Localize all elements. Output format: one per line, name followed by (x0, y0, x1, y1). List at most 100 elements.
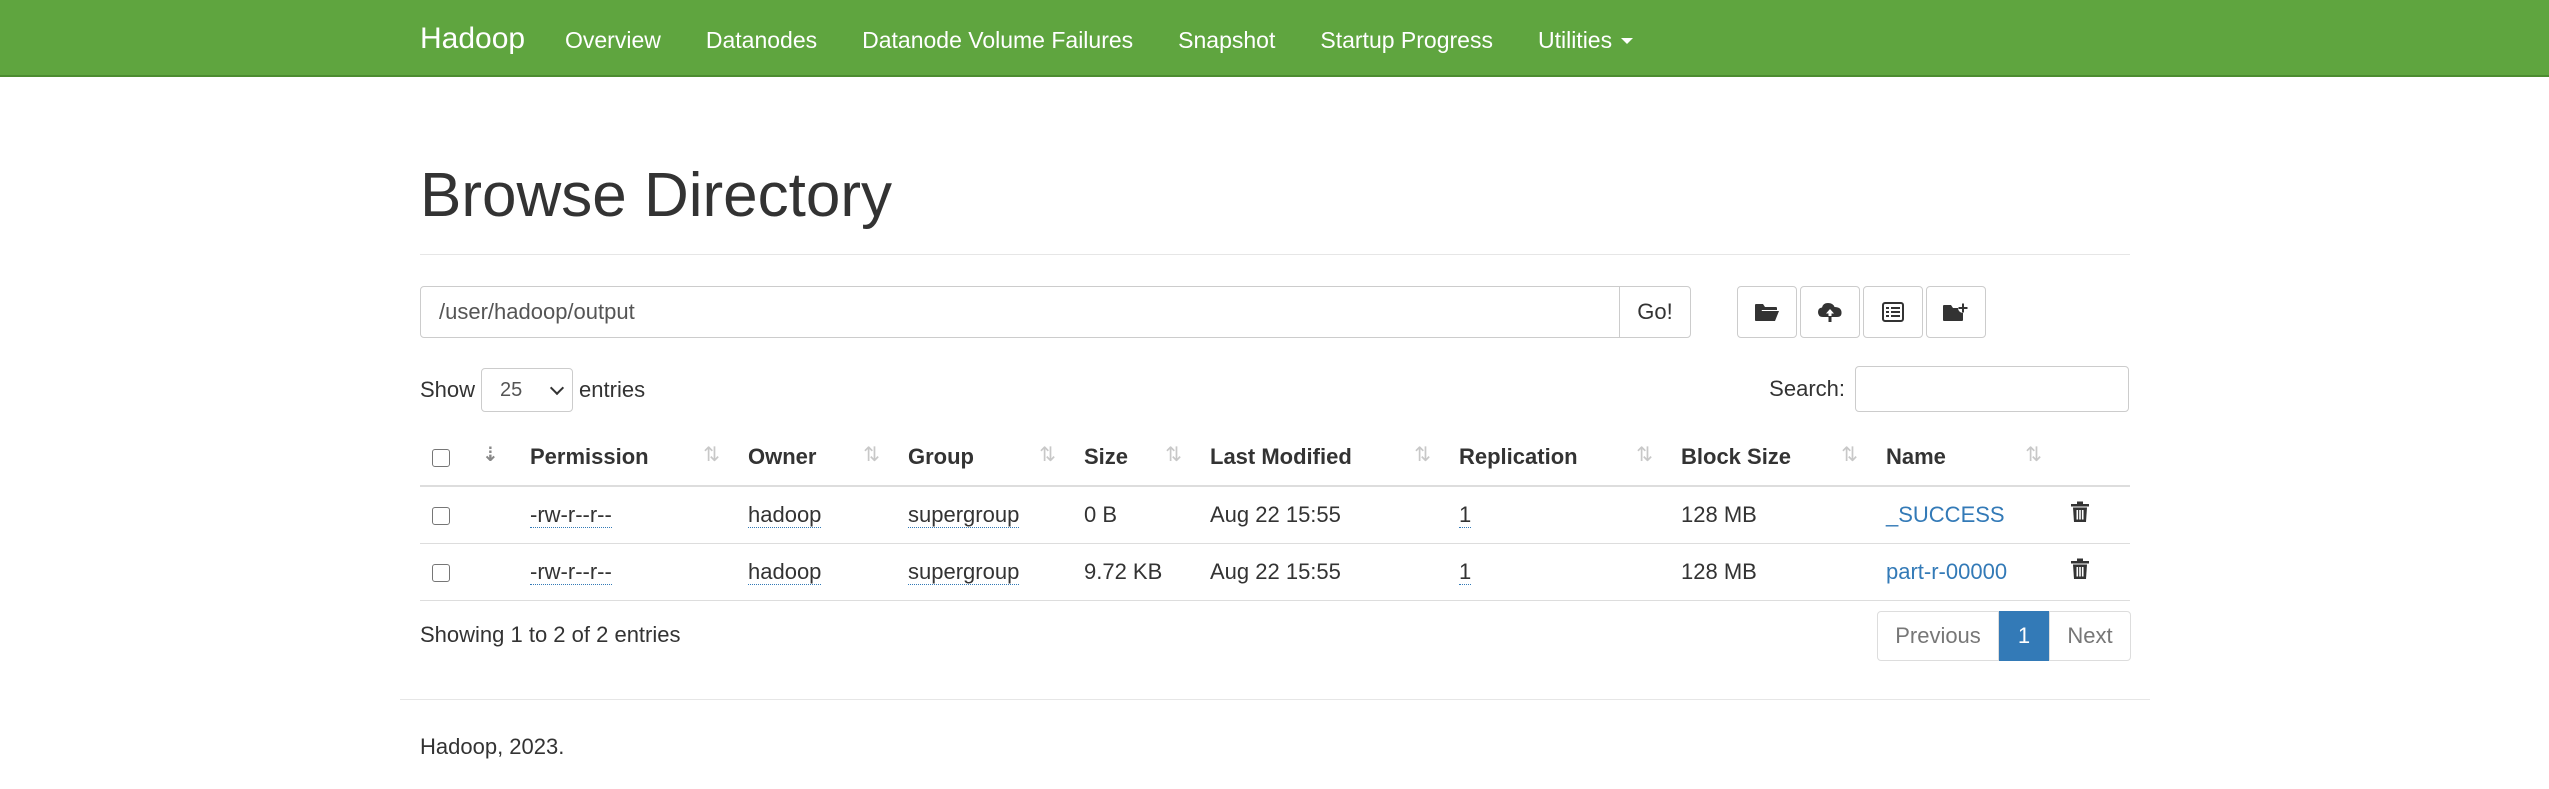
column-label: Replication (1459, 443, 1578, 469)
go-button[interactable]: Go! (1619, 286, 1691, 338)
column-label: Group (908, 443, 974, 469)
delete-cell (2058, 543, 2130, 601)
replication-value[interactable]: 1 (1459, 558, 1472, 585)
group-value[interactable]: supergroup (908, 558, 1020, 585)
delete-cell (2058, 486, 2130, 544)
upload-files-button[interactable] (1800, 286, 1860, 338)
file-name-link[interactable]: _SUCCESS (1886, 502, 2005, 527)
column-replication[interactable]: Replication ⇅ (1447, 428, 1669, 487)
entries-label: entries (579, 377, 646, 402)
search-label: Search: (1769, 376, 1845, 401)
show-label: Show (420, 377, 476, 402)
select-all-checkbox[interactable] (432, 448, 450, 467)
modified-cell: Aug 22 15:55 (1198, 543, 1447, 601)
entries-selected-value: 25 (500, 378, 523, 401)
column-name[interactable]: Name ⇅ (1874, 428, 2058, 487)
brand-link[interactable]: Hadoop (420, 22, 525, 56)
permission-value[interactable]: -rw-r--r-- (530, 501, 612, 528)
pagination: Previous 1 Next (1877, 611, 2131, 661)
cloud-upload-icon (1818, 303, 1842, 322)
group-cell: supergroup (896, 543, 1072, 601)
title-divider (420, 254, 2130, 255)
row-select-cell (420, 486, 470, 544)
column-size[interactable]: Size ⇅ (1072, 428, 1198, 487)
nav-startup-progress[interactable]: Startup Progress (1320, 26, 1493, 54)
trash-icon[interactable] (2070, 501, 2090, 523)
chevron-down-icon (549, 380, 565, 396)
column-label: Last Modified (1210, 443, 1352, 469)
next-page-button[interactable]: Next (2049, 611, 2131, 661)
file-name-link[interactable]: part-r-00000 (1886, 559, 2007, 584)
group-cell: supergroup (896, 486, 1072, 544)
permission-cell: -rw-r--r-- (518, 543, 736, 601)
name-cell: _SUCCESS (1874, 486, 2058, 544)
row-select-cell (420, 543, 470, 601)
owner-cell: hadoop (736, 543, 896, 601)
replication-cell: 1 (1447, 486, 1669, 544)
owner-cell: hadoop (736, 486, 896, 544)
folder-open-icon (1755, 304, 1779, 321)
caret-down-icon (1621, 38, 1634, 44)
sort-icon: ⇅ (863, 444, 880, 466)
table-info: Showing 1 to 2 of 2 entries (420, 622, 681, 647)
current-page-button[interactable]: 1 (1999, 611, 2049, 661)
nav-datanode-volume-failures[interactable]: Datanode Volume Failures (862, 26, 1133, 54)
column-label: Block Size (1681, 443, 1792, 469)
column-label: Size (1084, 443, 1129, 469)
column-block-size[interactable]: Block Size ⇅ (1669, 428, 1874, 487)
nav-snapshot[interactable]: Snapshot (1178, 26, 1275, 54)
previous-page-button[interactable]: Previous (1877, 611, 1999, 661)
select-all-header (420, 428, 470, 487)
directory-path-input[interactable] (420, 286, 1620, 338)
list-view-button[interactable] (1863, 286, 1923, 338)
nav-datanodes[interactable]: Datanodes (706, 26, 817, 54)
group-value[interactable]: supergroup (908, 501, 1020, 528)
row-checkbox[interactable] (432, 506, 450, 525)
owner-value[interactable]: hadoop (748, 558, 822, 585)
column-permission[interactable]: Permission ⇅ (518, 428, 736, 487)
actions-header (2058, 428, 2130, 487)
size-cell: 9.72 KB (1072, 543, 1198, 601)
nav-utilities-dropdown[interactable]: Utilities (1537, 26, 1634, 54)
column-group[interactable]: Group ⇅ (896, 428, 1072, 487)
table-row: -rw-r--r-- hadoop supergroup 9.72 KB Aug… (420, 543, 2130, 601)
file-table: ⇣ Permission ⇅ Owner ⇅ Group ⇅ Size ⇅ La… (420, 428, 2130, 601)
footer-divider (400, 699, 2150, 700)
block-size-cell: 128 MB (1669, 543, 1874, 601)
replication-cell: 1 (1447, 543, 1669, 601)
show-entries-control: Show 25 entries (420, 368, 645, 412)
owner-value[interactable]: hadoop (748, 501, 822, 528)
sort-icon: ⇅ (1165, 444, 1182, 466)
nav-overview[interactable]: Overview (565, 26, 661, 54)
entries-per-page-select[interactable]: 25 (481, 368, 574, 412)
create-directory-button[interactable] (1737, 286, 1797, 338)
nav-utilities-label: Utilities (1537, 27, 1613, 53)
column-label: Permission (530, 443, 649, 469)
footer-text: Hadoop, 2023. (420, 734, 565, 759)
sort-icon: ⇅ (1636, 444, 1653, 466)
search-control: Search: (1769, 366, 2129, 412)
row-checkbox[interactable] (432, 563, 450, 582)
row-spacer-cell (470, 486, 518, 544)
column-label: Name (1886, 443, 1946, 469)
column-owner[interactable]: Owner ⇅ (736, 428, 896, 487)
replication-value[interactable]: 1 (1459, 501, 1472, 528)
search-input[interactable] (1855, 366, 2129, 412)
navbar: Hadoop Overview Datanodes Datanode Volum… (0, 0, 2549, 77)
permission-value[interactable]: -rw-r--r-- (530, 558, 612, 585)
sort-icon: ⇅ (2025, 444, 2042, 466)
size-cell: 0 B (1072, 486, 1198, 544)
trash-icon[interactable] (2070, 558, 2090, 580)
column-last-modified[interactable]: Last Modified ⇅ (1198, 428, 1447, 487)
cut-paste-button[interactable] (1926, 286, 1986, 338)
sort-column-header[interactable]: ⇣ (470, 428, 518, 487)
name-cell: part-r-00000 (1874, 543, 2058, 601)
sort-icon: ⇅ (1841, 444, 1858, 466)
row-spacer-cell (470, 543, 518, 601)
list-alt-icon (1882, 302, 1904, 322)
block-size-cell: 128 MB (1669, 486, 1874, 544)
folder-add-icon (1943, 303, 1968, 321)
sort-ascending-icon: ⇣ (482, 444, 499, 466)
page-title: Browse Directory (420, 161, 892, 230)
modified-cell: Aug 22 15:55 (1198, 486, 1447, 544)
